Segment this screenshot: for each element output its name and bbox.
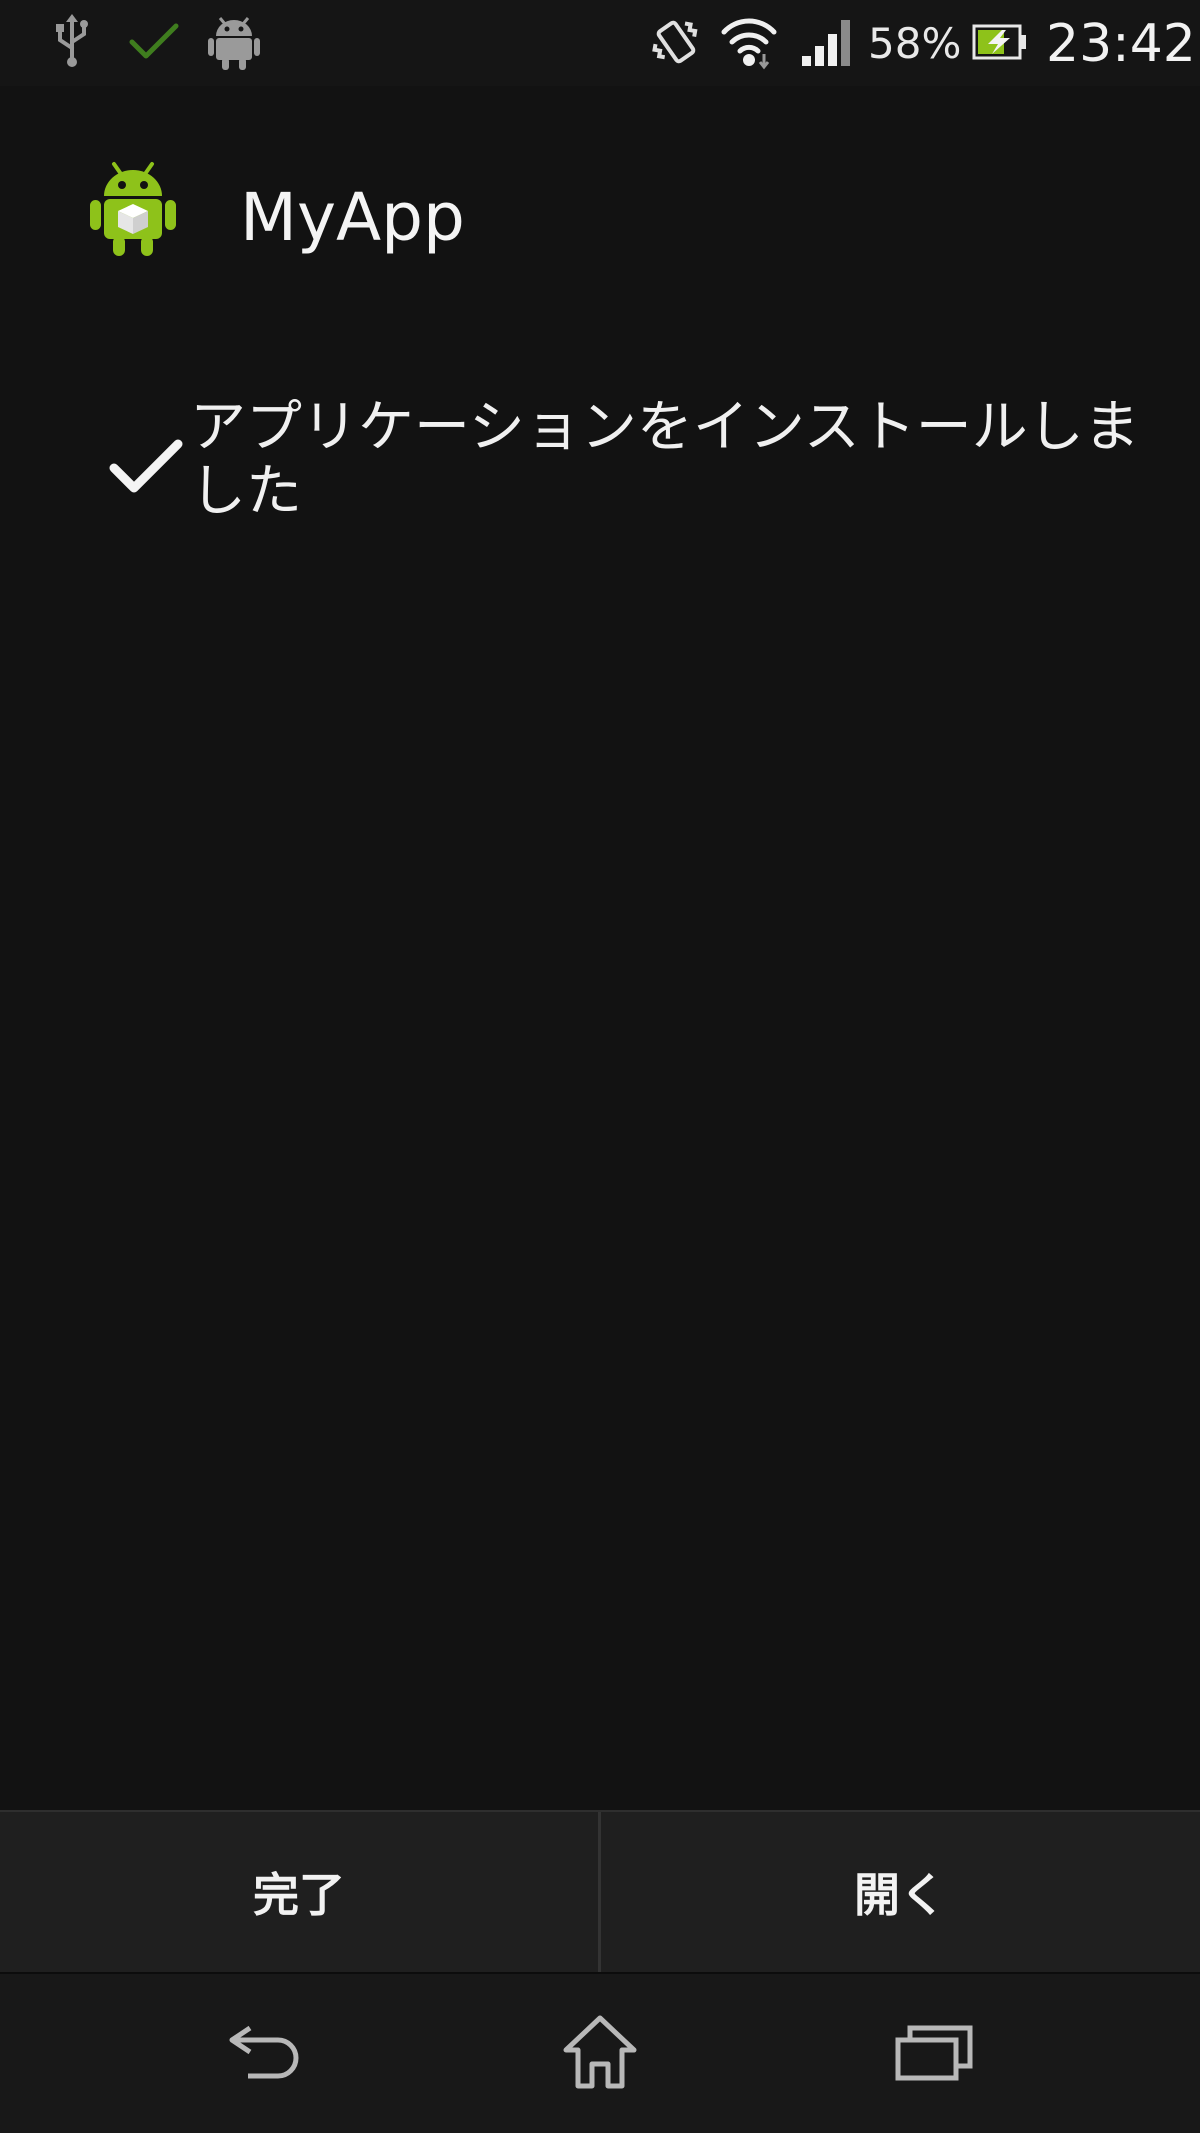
done-button[interactable]: 完了 bbox=[0, 1812, 598, 1972]
status-clock: 23:42 bbox=[1046, 14, 1196, 74]
wifi-icon bbox=[720, 14, 778, 70]
app-title: MyApp bbox=[240, 179, 465, 256]
back-icon bbox=[226, 2022, 306, 2086]
status-bar: 58% 23:42 bbox=[0, 0, 1200, 87]
home-icon bbox=[560, 2014, 640, 2094]
signal-icon bbox=[800, 14, 856, 68]
usb-icon bbox=[52, 14, 92, 70]
check-notification-icon bbox=[128, 20, 180, 64]
checkmark-icon bbox=[108, 436, 184, 496]
app-header: MyApp bbox=[0, 158, 1200, 278]
nav-recents-button[interactable] bbox=[734, 1974, 1134, 2133]
android-notification-icon bbox=[208, 14, 260, 70]
navigation-bar bbox=[0, 1972, 1200, 2133]
action-button-bar: 完了 開く bbox=[0, 1810, 1200, 1972]
recents-icon bbox=[894, 2022, 974, 2086]
battery-percent: 58% bbox=[868, 19, 962, 68]
open-button[interactable]: 開く bbox=[601, 1812, 1199, 1972]
install-result-panel: MyApp アプリケーションをインストールしました bbox=[0, 86, 1200, 1810]
install-status-message: アプリケーションをインストールしました bbox=[190, 395, 1140, 524]
vibrate-icon bbox=[648, 14, 704, 70]
android-app-icon bbox=[88, 158, 178, 258]
screen: 58% 23:42 MyApp アプリケーションをインストールしました 完了 開… bbox=[0, 0, 1200, 2133]
battery-charging-icon bbox=[972, 24, 1028, 60]
